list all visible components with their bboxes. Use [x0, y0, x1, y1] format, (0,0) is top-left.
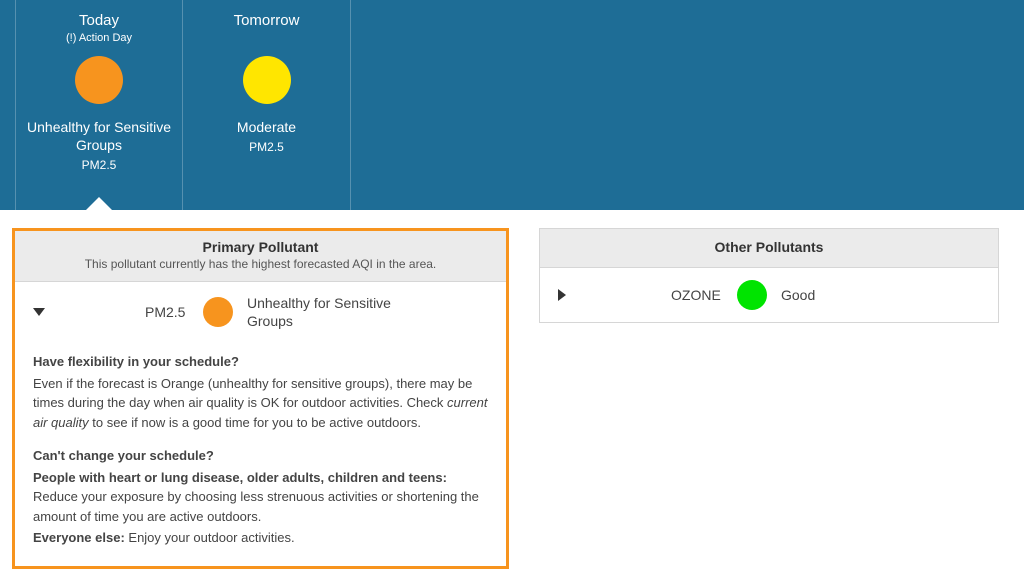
pollutant-category: Unhealthy for Sensitive Groups: [247, 294, 407, 330]
forecast-bar: Today (!) Action Day Unhealthy for Sensi…: [0, 0, 1024, 210]
pollutant-name: OZONE: [671, 287, 721, 303]
pollutant-category: Good: [781, 286, 815, 304]
forecast-pollutant: PM2.5: [24, 158, 174, 172]
advice-body: Have flexibility in your schedule? Even …: [15, 342, 506, 566]
panel-title: Primary Pollutant: [25, 239, 496, 255]
forecast-category: Unhealthy for Sensitive Groups: [24, 118, 174, 154]
forecast-day-label: Tomorrow: [191, 12, 342, 29]
advice-text-part: Enjoy your outdoor activities.: [125, 530, 295, 545]
panel-subtitle: This pollutant currently has the highest…: [25, 257, 496, 271]
other-pollutants-panel: Other Pollutants OZONE Good: [539, 228, 999, 323]
forecast-action-day: [191, 32, 342, 46]
caret-down-icon[interactable]: [33, 308, 45, 316]
forecast-card-today[interactable]: Today (!) Action Day Unhealthy for Sensi…: [15, 0, 183, 210]
forecast-category: Moderate: [191, 118, 342, 136]
advice-text-strong: Everyone else:: [33, 530, 125, 545]
advice-text-part: Reduce your exposure by choosing less st…: [33, 489, 479, 524]
panel-header: Primary Pollutant This pollutant current…: [15, 231, 506, 282]
forecast-action-day: (!) Action Day: [24, 32, 174, 46]
forecast-day-label: Today: [24, 12, 174, 29]
forecast-card-tomorrow[interactable]: Tomorrow Moderate PM2.5: [183, 0, 351, 210]
forecast-pollutant: PM2.5: [191, 140, 342, 154]
advice-heading: Can't change your schedule?: [33, 446, 488, 466]
advice-text-part: to see if now is a good time for you to …: [89, 415, 421, 430]
advice-text: People with heart or lung disease, older…: [33, 468, 488, 527]
caret-right-icon[interactable]: [558, 289, 566, 301]
primary-pollutant-panel: Primary Pollutant This pollutant current…: [12, 228, 509, 569]
other-pollutant-row[interactable]: OZONE Good: [540, 268, 998, 322]
panel-title: Other Pollutants: [550, 239, 988, 255]
advice-heading: Have flexibility in your schedule?: [33, 352, 488, 372]
aqi-circle-icon: [75, 56, 123, 104]
aqi-circle-icon: [737, 280, 767, 310]
advice-text-part: Even if the forecast is Orange (unhealth…: [33, 376, 472, 411]
panel-header: Other Pollutants: [540, 229, 998, 268]
aqi-circle-icon: [243, 56, 291, 104]
advice-text: Everyone else: Enjoy your outdoor activi…: [33, 528, 488, 548]
content-area: Primary Pollutant This pollutant current…: [0, 210, 1024, 584]
aqi-circle-icon: [203, 297, 233, 327]
selected-indicator-icon: [85, 197, 113, 211]
primary-pollutant-row[interactable]: PM2.5 Unhealthy for Sensitive Groups: [15, 282, 506, 342]
advice-text: Even if the forecast is Orange (unhealth…: [33, 374, 488, 433]
advice-text-strong: People with heart or lung disease, older…: [33, 470, 447, 485]
pollutant-name: PM2.5: [145, 304, 187, 320]
